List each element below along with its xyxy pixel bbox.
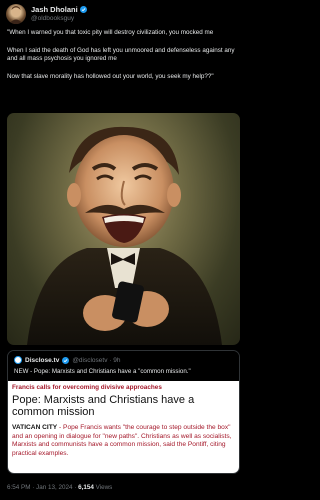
tweet-paragraph: "When I warned you that toxic pity will … (7, 29, 214, 36)
tweet-image[interactable] (7, 113, 240, 345)
quoted-source-name[interactable]: Disclose.tv (25, 357, 59, 364)
tweet-text: "When I warned you that toxic pity will … (7, 29, 243, 91)
quoted-source-handle[interactable]: @disclosetv · 9h (72, 357, 120, 364)
verified-badge-icon (79, 6, 87, 13)
laughing-man-illustration (27, 126, 222, 345)
views-label: Views (93, 484, 113, 491)
tweet-header: Jash Dholani @oldbooksguy (6, 4, 241, 26)
article-kicker: Francis calls for overcoming divisive ap… (12, 384, 162, 391)
article-headline: Pope: Marxists and Christians have a com… (12, 394, 195, 418)
quoted-tweet-header: Disclose.tv @disclosetv · 9h NEW - Pope:… (8, 351, 239, 381)
article-preview[interactable]: Francis calls for overcoming divisive ap… (8, 381, 239, 473)
tweet-timestamp[interactable]: 6:54 PM · Jan 13, 2024 · (7, 484, 78, 491)
verified-badge-icon (62, 356, 70, 364)
tweet-meta: 6:54 PM · Jan 13, 2024 · 6,154 Views (7, 484, 112, 491)
tweet-paragraph: When I said the death of God has left yo… (7, 46, 235, 63)
quoted-tweet-text: NEW - Pope: Marxists and Christians have… (14, 368, 191, 375)
avatar[interactable] (6, 4, 26, 24)
article-dateline: VATICAN CITY (12, 424, 58, 431)
view-count: 6,154 (78, 484, 94, 491)
quoted-tweet-card[interactable]: Disclose.tv @disclosetv · 9h NEW - Pope:… (7, 350, 240, 474)
author-name[interactable]: Jash Dholani (31, 5, 78, 14)
article-body: VATICAN CITY - Pope Francis wants "the c… (12, 424, 235, 458)
disclose-logo-icon (14, 356, 22, 364)
author-handle[interactable]: @oldbooksguy (31, 15, 74, 22)
tweet-paragraph: Now that slave morality has hollowed out… (7, 72, 214, 80)
